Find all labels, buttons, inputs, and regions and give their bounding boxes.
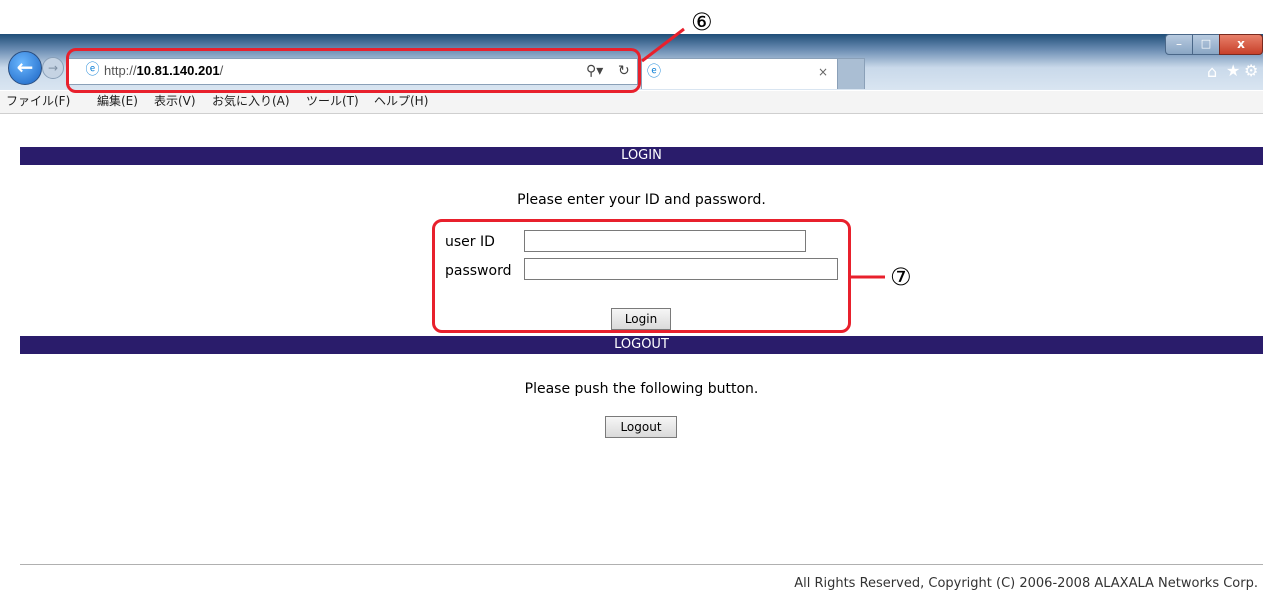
menu-item-tools[interactable]: ツール(T) [306,93,359,110]
menu-item-view[interactable]: 表示(V) [154,93,196,110]
minimize-button[interactable]: – [1165,34,1193,55]
forward-arrow-icon[interactable]: → [42,57,64,79]
logout-instruction: Please push the following button. [524,381,759,397]
callout-marker-6: ⑥ [691,8,713,36]
menu-item-file[interactable]: ファイル(F) [6,93,70,110]
maximize-button[interactable]: □ [1192,34,1220,55]
footer-divider [20,564,1263,565]
login-header: LOGIN [20,147,1263,165]
logout-header: LOGOUT [20,336,1263,354]
login-instruction: Please enter your ID and password. [517,192,766,208]
new-tab-button[interactable] [837,58,865,89]
back-arrow-icon[interactable]: ← [8,51,42,85]
menu-item-help[interactable]: ヘルプ(H) [374,93,428,110]
logout-button[interactable]: Logout [605,416,677,438]
callout-arrow-6 [641,27,685,63]
tab-close-icon[interactable]: × [818,64,828,80]
tab-ie-favicon-icon: ⓔ [647,64,661,80]
menu-item-edit[interactable]: 編集(E) [97,93,138,110]
address-bar-callout [66,48,641,93]
gear-icon[interactable]: ⚙ [1244,62,1258,80]
callout-line-7 [849,275,885,279]
menu-item-favorites[interactable]: お気に入り(A) [212,93,290,110]
home-icon[interactable]: ⌂ [1207,63,1217,81]
login-form-callout [432,219,851,333]
star-icon[interactable]: ★ [1226,62,1240,80]
close-button[interactable]: x [1219,34,1263,55]
footer-copyright: All Rights Reserved, Copyright (C) 2006-… [794,576,1258,591]
callout-marker-7: ⑦ [890,263,912,291]
